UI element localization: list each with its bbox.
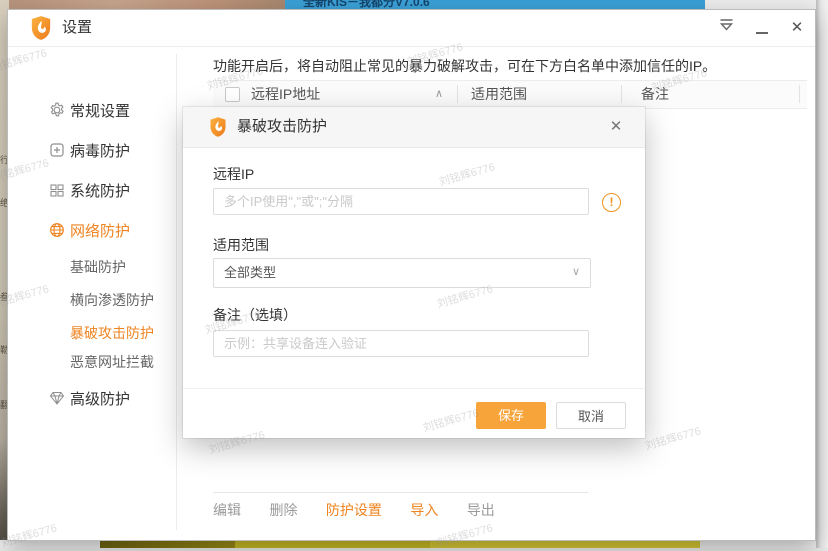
column-divider — [457, 85, 458, 103]
titlebar: 设置 ✕ — [8, 10, 815, 47]
sidebar-item-label: 病毒防护 — [70, 141, 130, 163]
sidebar-item-label: 系统防护 — [70, 181, 130, 203]
desktop-background-bottom-strip — [0, 540, 828, 548]
toolbar-divider — [213, 492, 588, 493]
sidebar-item-advanced-protection[interactable]: 高级防护 — [8, 389, 176, 411]
close-window-button[interactable]: ✕ — [785, 16, 809, 40]
sidebar-item-system-protection[interactable]: 系统防护 — [8, 181, 176, 203]
dialog-footer-divider — [183, 388, 645, 389]
warning-icon: ! — [602, 193, 621, 212]
dialog-close-icon[interactable]: ✕ — [605, 116, 627, 138]
sidebar-item-malicious-url-blocking[interactable]: 恶意网址拦截 — [8, 351, 176, 373]
import-button[interactable]: 导入 — [410, 500, 438, 520]
gem-icon — [48, 390, 66, 408]
note-label: 备注（选填） — [213, 305, 297, 325]
background-text-fragment: 绝 — [0, 196, 8, 209]
sidebar-item-label: 基础防护 — [70, 256, 126, 278]
shield-plus-icon — [48, 142, 66, 160]
dialog-logo-shield-icon — [209, 116, 227, 138]
system-grid-icon — [48, 182, 66, 200]
sidebar-item-lateral-movement-protection[interactable]: 横向渗透防护 — [8, 289, 176, 311]
protection-settings-button[interactable]: 防护设置 — [326, 500, 382, 520]
minimize-button[interactable] — [750, 16, 774, 40]
scope-selected-value: 全部类型 — [224, 259, 276, 286]
sort-ascending-icon[interactable]: ∧ — [435, 81, 443, 107]
column-divider — [621, 85, 622, 103]
sidebar-item-bruteforce-protection[interactable]: 暴破攻击防护 — [8, 322, 176, 344]
background-bottom-yellow — [235, 540, 430, 548]
save-button[interactable]: 保存 — [476, 402, 546, 429]
feature-description: 功能开启后，将自动阻止常见的暴力破解攻击，可在下方白名单中添加信任的IP。 — [213, 56, 716, 76]
column-divider — [799, 85, 800, 103]
remote-ip-input[interactable] — [213, 188, 589, 215]
sidebar-divider — [176, 54, 177, 530]
scope-select[interactable]: 全部类型 ∨ — [213, 258, 591, 288]
bruteforce-protection-dialog: 暴破攻击防护 ✕ 远程IP ! 适用范围 全部类型 ∨ 备注（选填） 保存 取消 — [183, 107, 645, 438]
cancel-button[interactable]: 取消 — [556, 402, 626, 429]
remote-ip-label: 远程IP — [213, 164, 254, 184]
edit-button[interactable]: 编辑 — [213, 500, 241, 520]
chevron-down-icon: ∨ — [572, 259, 580, 286]
main-menu-icon[interactable] — [714, 16, 738, 40]
sidebar-item-label: 暴破攻击防护 — [70, 322, 154, 344]
note-input[interactable] — [213, 330, 589, 357]
sidebar: 常规设置 病毒防护 系统防护 网络防护 基础防护 横向渗透防护 暴破攻 — [8, 47, 176, 540]
settings-window: 设置 ✕ 常规设置 病毒防护 系统防护 — [8, 10, 815, 540]
background-text-fragment: 翻 — [0, 398, 8, 411]
sidebar-item-general-settings[interactable]: 常规设置 — [8, 101, 176, 123]
dialog-title: 暴破攻击防护 — [237, 107, 327, 147]
sidebar-item-basic-protection[interactable]: 基础防护 — [8, 256, 176, 278]
sidebar-item-label: 高级防护 — [70, 389, 130, 411]
background-text-fragment: 叁 — [0, 290, 8, 303]
select-all-checkbox[interactable] — [225, 87, 240, 102]
export-button[interactable]: 导出 — [467, 500, 495, 520]
sidebar-item-label: 常规设置 — [70, 101, 130, 123]
gear-icon — [48, 102, 66, 120]
background-window-title: 全新KIS－我都分V7.0.6 — [303, 0, 430, 10]
background-text-fragment: 勒 — [0, 343, 8, 356]
column-scope[interactable]: 适用范围 — [471, 81, 527, 107]
column-note[interactable]: 备注 — [641, 81, 669, 107]
column-remote-ip[interactable]: 远程IP地址 — [251, 81, 320, 107]
globe-icon — [48, 222, 66, 240]
window-title: 设置 — [62, 10, 92, 46]
background-bottom-olive — [100, 540, 235, 548]
sidebar-item-label: 网络防护 — [70, 221, 130, 243]
minimize-icon — [756, 32, 768, 34]
desktop-background-right-strip — [816, 0, 828, 548]
delete-button[interactable]: 删除 — [269, 500, 297, 520]
whitelist-table-header: 远程IP地址 ∧ 适用范围 备注 — [213, 80, 807, 109]
scope-label: 适用范围 — [213, 235, 269, 255]
sidebar-item-label: 恶意网址拦截 — [70, 351, 154, 373]
app-logo-shield-icon — [30, 15, 52, 41]
sidebar-item-virus-protection[interactable]: 病毒防护 — [8, 141, 176, 163]
background-bottom-yellow-light — [430, 540, 700, 548]
bottom-toolbar: 编辑 删除 防护设置 导入 导出 — [213, 500, 519, 520]
sidebar-item-network-protection[interactable]: 网络防护 — [8, 221, 176, 243]
sidebar-item-label: 横向渗透防护 — [70, 289, 154, 311]
background-text-fragment: 行 — [0, 153, 8, 166]
dialog-header: 暴破攻击防护 ✕ — [183, 107, 645, 148]
